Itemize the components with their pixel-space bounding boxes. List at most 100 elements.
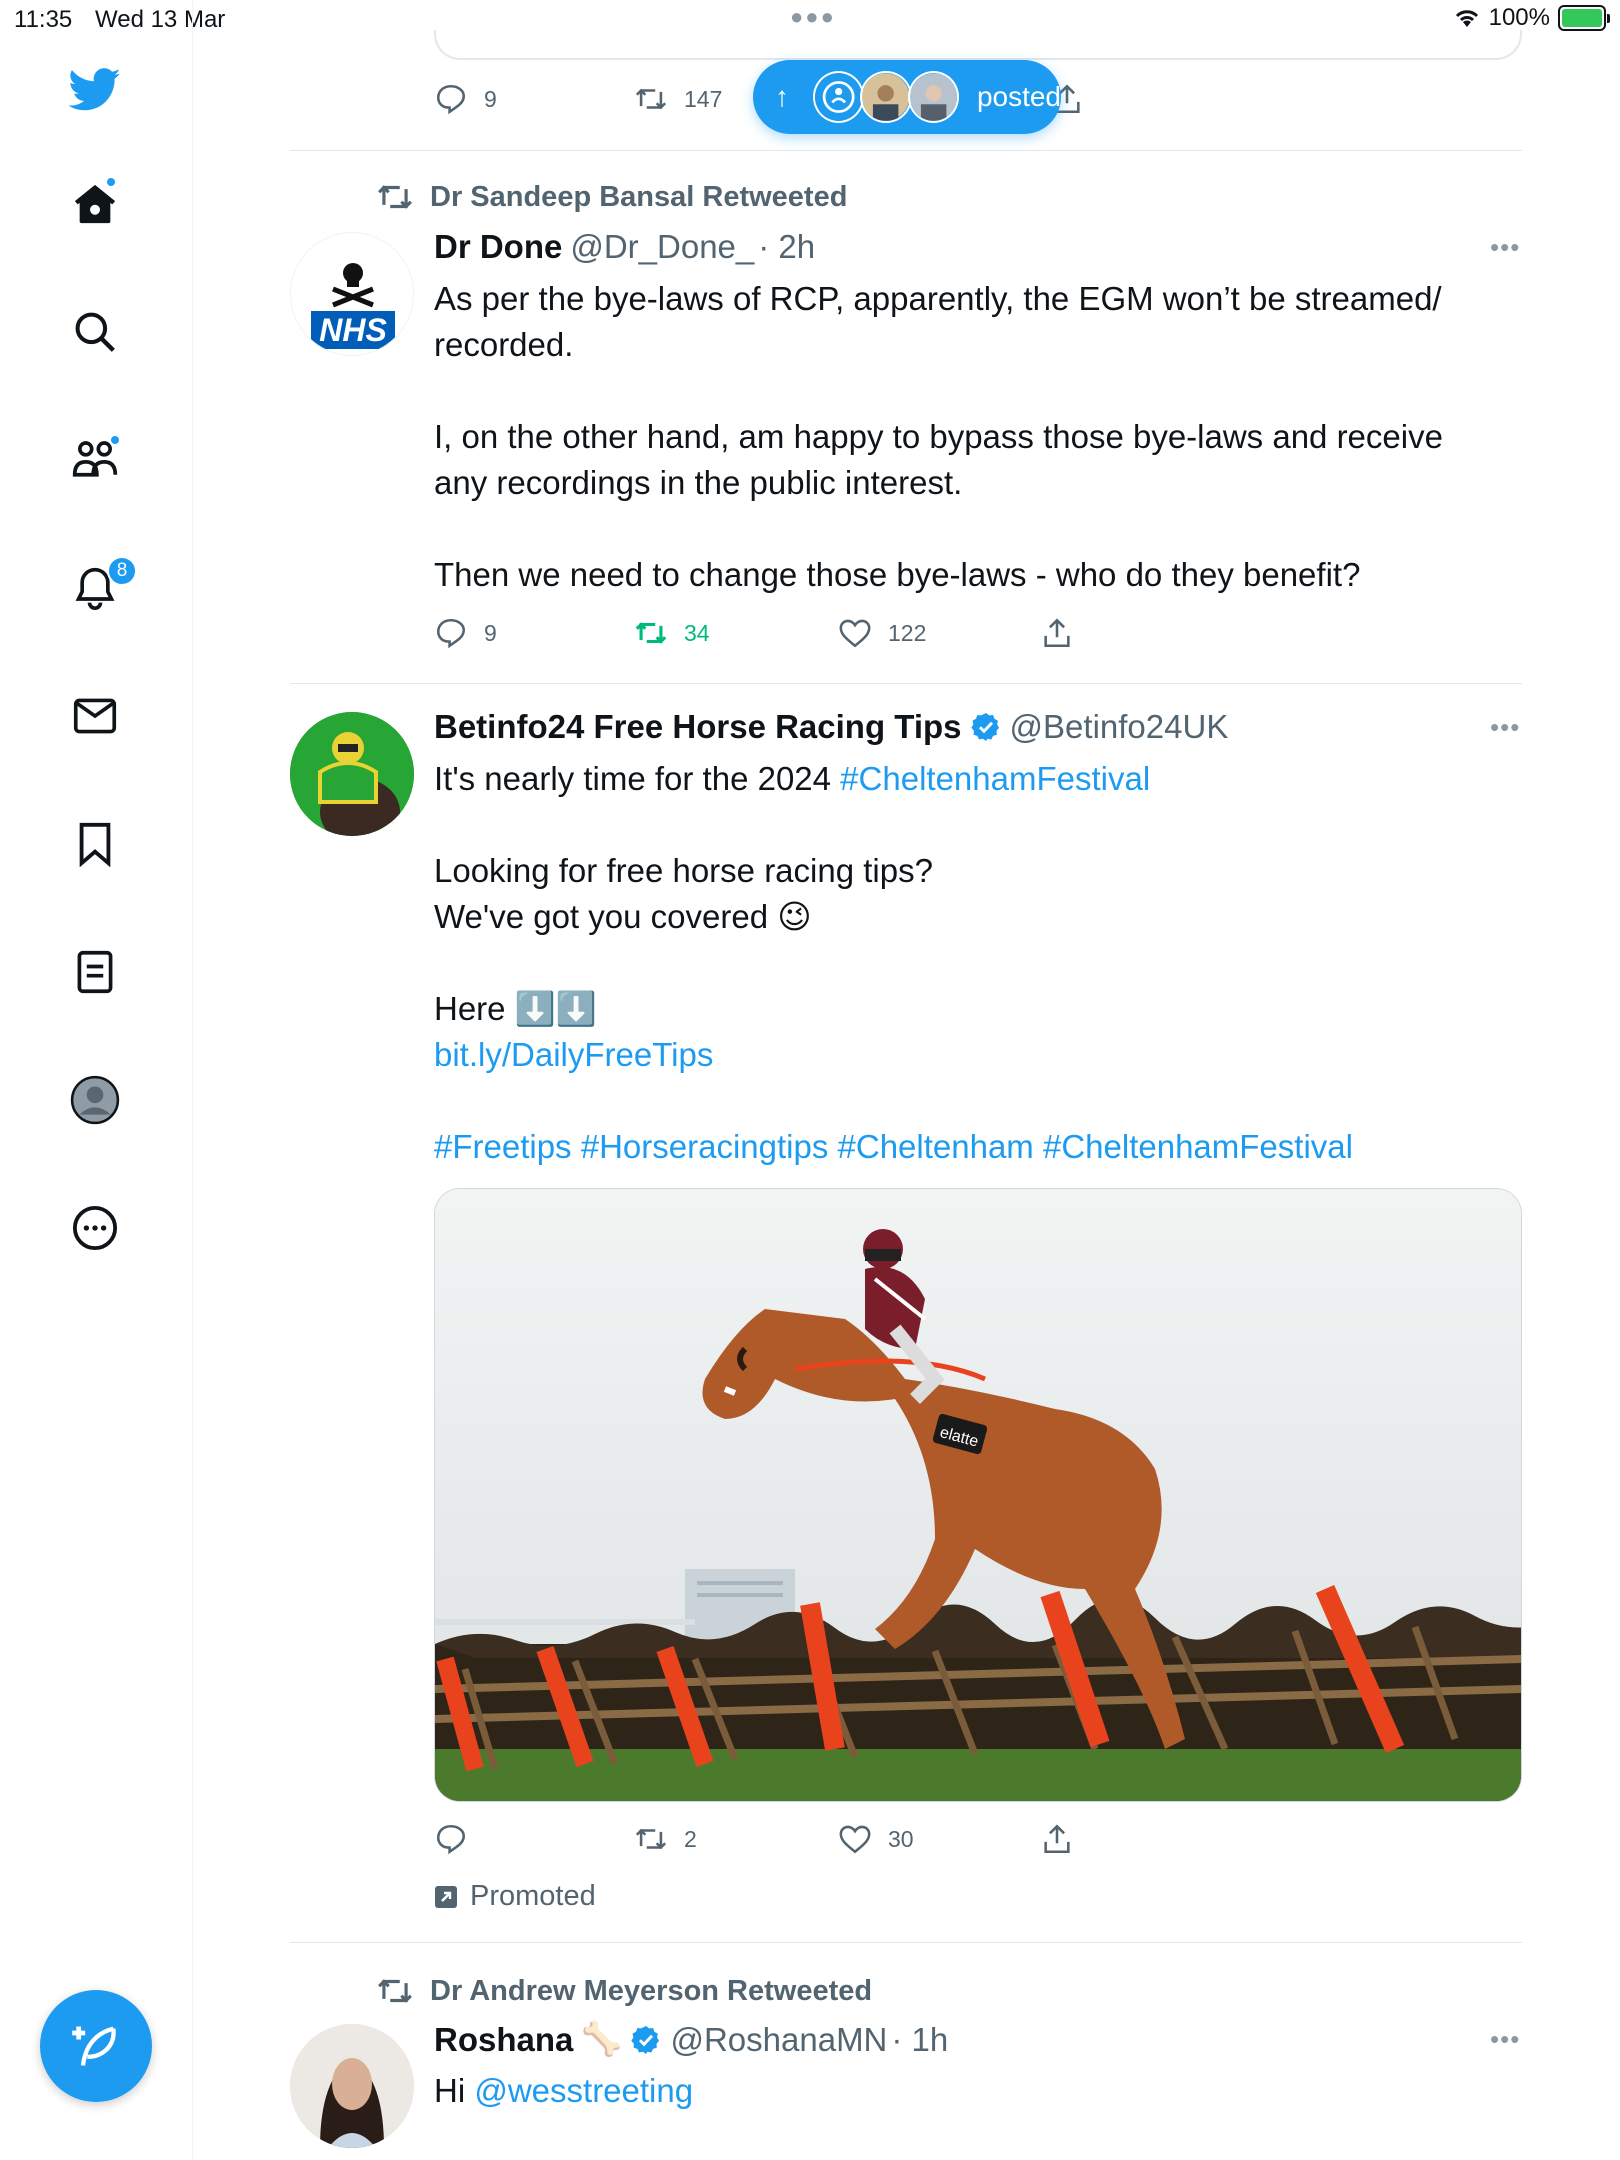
tweet-divider <box>290 150 1522 151</box>
tweet1-handle[interactable]: @Dr_Done_ <box>570 228 754 266</box>
heart-icon <box>839 619 871 648</box>
twitter-logo-icon[interactable] <box>67 62 123 118</box>
promoted-text: Promoted <box>470 1880 596 1912</box>
retweet-icon <box>635 88 667 110</box>
mention-link[interactable]: @wesstreeting <box>474 2072 693 2109</box>
retweeted-by-line[interactable]: Dr Sandeep Bansal Retweeted <box>376 178 847 216</box>
tweet1-retweet-button[interactable]: 34 <box>634 616 710 650</box>
posted-avatar-1 <box>813 71 865 123</box>
multitasking-dots-icon[interactable]: ●●● <box>790 4 836 30</box>
tweet2-retweet-button[interactable]: 2 <box>634 1822 697 1856</box>
posted-label: posted <box>976 81 1062 112</box>
tweet3-body: Hi @wesstreeting <box>434 2068 1514 2114</box>
top-reply-count: 9 <box>484 85 497 112</box>
promoted-arrow-icon <box>435 1885 457 1908</box>
tweet1-more-icon[interactable]: ••• <box>1490 232 1520 263</box>
search-icon[interactable] <box>67 304 123 360</box>
tweet1-line <box>434 368 1514 414</box>
tweet1-line <box>434 506 1514 552</box>
more-options-icon[interactable] <box>67 1200 123 1256</box>
avatar-betinfo24[interactable] <box>290 712 414 836</box>
arrow-up-icon: ↑ <box>775 81 789 112</box>
tweet1-display-name[interactable]: Dr Done <box>434 228 562 266</box>
compose-feather-icon <box>72 2026 116 2066</box>
tweet3-name-emoji: 🦴 <box>581 2020 623 2057</box>
tweet2-line: We've got you covered 😉 <box>434 898 812 935</box>
bookmarks-icon[interactable] <box>67 816 123 872</box>
top-retweet-button[interactable]: 147 <box>634 82 722 116</box>
verified-badge-icon <box>970 713 999 741</box>
retweet-icon <box>635 1828 667 1850</box>
retweeted-by-line[interactable]: Dr Andrew Meyerson Retweeted <box>376 1972 872 2010</box>
avatar-dr-done[interactable]: NHS <box>290 232 414 356</box>
tweet2-hashtags-link[interactable]: #Freetips #Horseracingtips #Cheltenham #… <box>434 1124 1514 1170</box>
tweet1-line: any recordings in the public interest. <box>434 464 963 501</box>
tweet2-line1-text: It's nearly time for the 2024 <box>434 760 841 797</box>
retweet-small-icon <box>378 185 412 209</box>
notifications-bell-icon[interactable]: 8 <box>67 556 137 616</box>
tweet1-line: I, on the other hand, am happy to bypass… <box>434 418 1443 455</box>
messages-envelope-icon[interactable] <box>67 688 123 744</box>
retweeted-by-text: Dr Andrew Meyerson Retweeted <box>430 1974 873 2007</box>
tweet2-url-link[interactable]: bit.ly/DailyFreeTips <box>434 1032 1514 1078</box>
verified-badge-icon <box>631 2025 660 2054</box>
promoted-label-row[interactable]: Promoted <box>434 1880 596 1913</box>
tweet1-line: Then we need to change those bye-laws - … <box>434 556 1361 593</box>
hashtag-link[interactable]: #CheltenhamFestival <box>840 760 1150 797</box>
avatar-roshana[interactable] <box>290 2024 414 2148</box>
tweet3-timestamp[interactable]: · 1h <box>891 2021 948 2059</box>
reply-icon <box>436 84 466 115</box>
nhs-logo-text: NHS <box>319 312 387 348</box>
tweet1-header: Dr Done @Dr_Done_ · 2h <box>434 228 815 266</box>
top-reply-button[interactable]: 9 <box>434 82 497 116</box>
tweet2-share-button[interactable] <box>1040 1822 1074 1856</box>
new-posts-pill[interactable]: ↑ posted <box>753 60 1061 134</box>
tweet1-timestamp[interactable]: · 2h <box>758 228 815 266</box>
tweet2-more-icon[interactable]: ••• <box>1490 712 1520 743</box>
tweet1-body: As per the bye-laws of RCP, apparently, … <box>434 276 1514 598</box>
tweet2-header: Betinfo24 Free Horse Racing Tips @Betinf… <box>434 708 1228 746</box>
retweet-icon <box>635 622 667 644</box>
communities-icon[interactable] <box>67 432 123 488</box>
tweet3-handle[interactable]: @RoshanaMN <box>670 2021 887 2059</box>
retweeted-by-text: Dr Sandeep Bansal Retweeted <box>430 180 848 213</box>
battery-percent: 100% <box>1488 4 1550 31</box>
retweet-small-icon <box>378 1979 412 2003</box>
battery-icon <box>1558 5 1610 31</box>
tweet2-line: Looking for free horse racing tips? <box>434 852 933 889</box>
tweet2-line: Here ⬇️⬇️ <box>434 990 597 1027</box>
posted-avatar-3 <box>907 71 959 123</box>
tweet1-reply-count: 9 <box>484 619 497 646</box>
tweet2-body: It's nearly time for the 2024 #Cheltenha… <box>434 756 1514 1170</box>
home-icon[interactable] <box>67 176 123 232</box>
share-icon <box>1044 618 1070 648</box>
profile-avatar-icon[interactable] <box>67 1072 123 1128</box>
sidebar: 8 <box>0 0 193 2160</box>
tweet2-spacer <box>434 1078 1514 1124</box>
tweet3-text: Hi <box>434 2072 475 2109</box>
share-icon <box>1044 1824 1070 1854</box>
tweet1-share-button[interactable] <box>1040 616 1074 650</box>
communities-unread-dot <box>109 434 121 446</box>
tweet3-more-icon[interactable]: ••• <box>1490 2024 1520 2055</box>
notification-count-badge: 8 <box>107 556 137 586</box>
tweet1-like-button[interactable]: 122 <box>838 616 926 650</box>
tweet3-display-name[interactable]: Roshana <box>434 2021 573 2059</box>
tweet1-like-count: 122 <box>888 619 927 646</box>
top-retweet-count: 147 <box>684 85 723 112</box>
reply-icon <box>436 1824 466 1855</box>
home-unread-dot <box>105 176 117 188</box>
reply-icon <box>436 618 466 649</box>
wifi-icon <box>1455 10 1478 27</box>
tweet2-like-button[interactable]: 30 <box>838 1822 914 1856</box>
tweet2-media-image[interactable]: elatte <box>434 1188 1522 1802</box>
tweet2-retweet-count: 2 <box>684 1825 697 1852</box>
tweet1-line: recorded. <box>434 326 574 363</box>
compose-tweet-button[interactable] <box>40 1990 152 2102</box>
tweet2-display-name[interactable]: Betinfo24 Free Horse Racing Tips <box>434 708 962 746</box>
tweet2-handle[interactable]: @Betinfo24UK <box>1010 708 1229 746</box>
tweet1-reply-button[interactable]: 9 <box>434 616 497 650</box>
lists-icon[interactable] <box>67 944 123 1000</box>
tweet3-line: Hi @wesstreeting <box>434 2068 1514 2114</box>
tweet2-reply-button[interactable] <box>434 1822 468 1856</box>
